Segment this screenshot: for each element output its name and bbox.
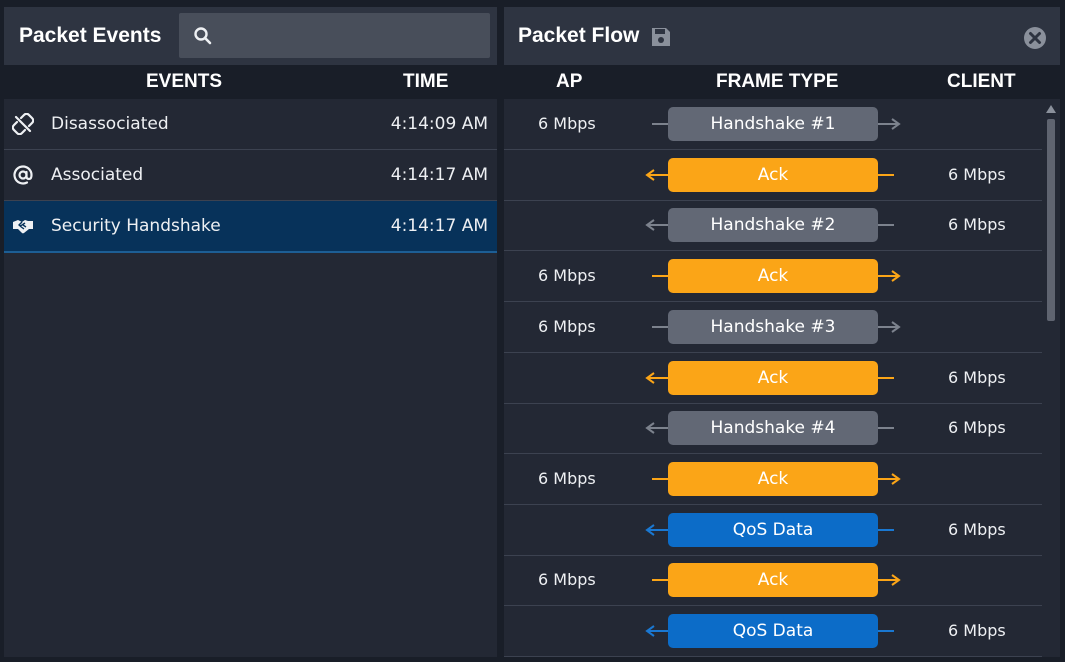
events-column-header: EVENTS TIME [4,65,497,99]
frame-row[interactable]: Handshake #2 6 Mbps [504,200,1042,252]
ap-rate: 6 Mbps [538,114,596,133]
frame-row[interactable]: 6 Mbps Ack [504,555,1042,607]
frame-type-pill[interactable]: Ack [668,360,878,395]
frame-row[interactable]: Handshake #4 6 Mbps [504,403,1042,455]
frame-type-pill[interactable]: Ack [668,461,878,496]
packet-flow-title: Packet Flow [518,24,640,47]
packet-flow-panel: Packet Flow AP FRAME TYPE CLIENT 6 Mbps H… [504,7,1060,657]
event-name: Disassociated [51,114,169,134]
events-column-label[interactable]: EVENTS [146,65,222,99]
frame-row[interactable]: Ack 6 Mbps [504,353,1042,404]
time-column-label[interactable]: TIME [403,65,448,99]
event-row[interactable]: Security Handshake 4:14:17 AM [4,201,497,253]
frame-type-pill[interactable]: Ack [668,563,878,598]
frame-row[interactable]: 6 Mbps Ack [504,251,1042,303]
client-column-label[interactable]: CLIENT [947,65,1016,99]
frame-type-pill[interactable]: Handshake #1 [668,107,878,141]
frame-row[interactable]: Ack 6 Mbps [504,150,1042,201]
frame-type-pill[interactable]: Handshake #4 [668,411,878,446]
frame-row[interactable]: 6 Mbps Handshake #1 [504,99,1042,150]
at-sign-icon [12,164,34,186]
scrollbar[interactable] [1042,99,1060,657]
client-rate: 6 Mbps [948,164,1006,184]
frame-type-pill[interactable]: QoS Data [668,512,878,547]
event-name: Associated [51,165,144,185]
event-time: 4:14:09 AM [390,114,488,134]
ap-rate: 6 Mbps [538,316,596,336]
event-time: 4:14:17 AM [390,216,488,236]
packet-events-title: Packet Events [19,24,162,47]
event-row[interactable]: Disassociated 4:14:09 AM [4,99,497,150]
close-icon[interactable] [1023,26,1047,50]
search-icon [194,27,212,45]
ap-column-label[interactable]: AP [556,65,582,99]
event-row[interactable]: Associated 4:14:17 AM [4,150,497,201]
client-rate: 6 Mbps [948,367,1006,387]
search-box[interactable] [179,13,490,60]
frames-column-header: AP FRAME TYPE CLIENT [504,65,1060,99]
packet-events-panel: Packet Events EVENTS TIME Disassociated 4… [4,7,497,657]
ap-rate: 6 Mbps [538,570,596,590]
frame-row[interactable]: 6 Mbps Handshake #3 [504,302,1042,353]
frame-type-pill[interactable]: Ack [668,157,878,192]
frame-type-pill[interactable]: Handshake #3 [668,309,878,344]
frame-row[interactable]: QoS Data 6 Mbps [504,606,1042,657]
ap-rate: 6 Mbps [538,468,596,488]
handshake-icon [12,215,34,237]
packet-events-header: Packet Events [4,7,497,65]
frame-row[interactable]: 6 Mbps Ack [504,454,1042,505]
scrollbar-thumb[interactable] [1047,119,1055,321]
client-rate: 6 Mbps [948,621,1006,640]
event-name: Security Handshake [51,216,221,236]
frame-row[interactable]: QoS Data 6 Mbps [504,505,1042,556]
search-input[interactable] [223,13,487,60]
frame-type-pill[interactable]: QoS Data [668,614,878,648]
client-rate: 6 Mbps [948,215,1006,235]
client-rate: 6 Mbps [948,519,1006,539]
unlink-icon [11,112,35,136]
scroll-up-icon[interactable] [1046,104,1056,114]
event-time: 4:14:17 AM [390,165,488,185]
frame-type-pill[interactable]: Ack [668,259,878,294]
ap-rate: 6 Mbps [538,266,596,286]
client-rate: 6 Mbps [948,418,1006,438]
save-icon[interactable] [650,26,672,48]
packet-flow-header: Packet Flow [504,7,1060,65]
frame-type-pill[interactable]: Handshake #2 [668,208,878,243]
frame-type-column-label[interactable]: FRAME TYPE [716,65,838,99]
